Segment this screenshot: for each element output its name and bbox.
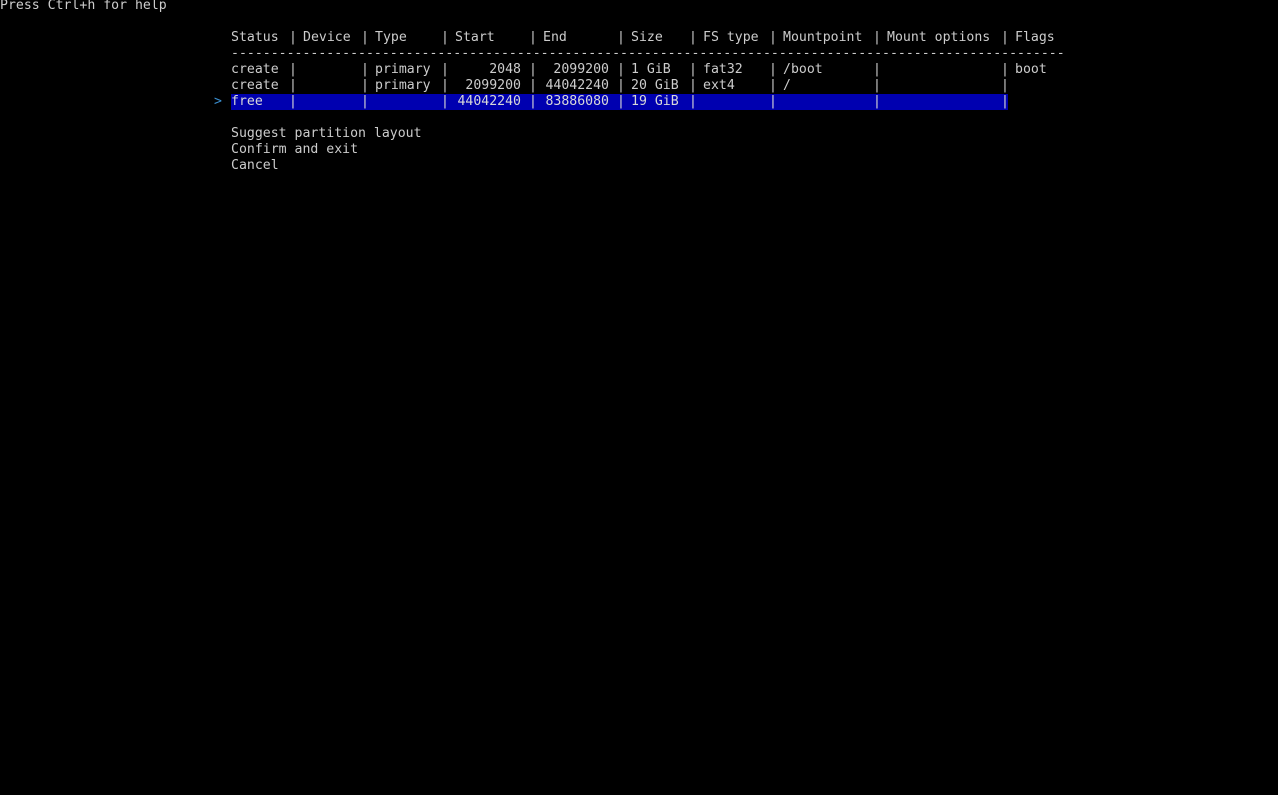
partition-flags: boot: [1015, 62, 1047, 77]
column-separator: |: [617, 62, 625, 77]
suggest-layout-option[interactable]: Suggest partition layout: [231, 126, 422, 142]
column-separator: |: [873, 30, 881, 45]
partition-mountpoint: /: [783, 78, 791, 93]
column-separator: |: [617, 94, 625, 109]
partition-end: 44042240: [545, 78, 609, 93]
column-separator: |: [873, 94, 881, 109]
column-separator: |: [1001, 78, 1009, 93]
partition-type: primary: [375, 62, 431, 77]
column-header-type: Type: [375, 30, 407, 45]
partition-start: 2099200: [465, 78, 521, 93]
column-separator: |: [1001, 62, 1009, 77]
column-header-size: Size: [631, 30, 663, 45]
column-header-start: Start: [455, 30, 495, 45]
column-separator: |: [689, 78, 697, 93]
column-separator: |: [289, 62, 297, 77]
column-separator: |: [1001, 94, 1009, 109]
partition-fs-type: fat32: [703, 62, 743, 77]
partition-fs-type: ext4: [703, 78, 735, 93]
column-separator: |: [769, 62, 777, 77]
column-header-device: Device: [303, 30, 351, 45]
partition-row[interactable]: create | | primary | 2099200 | 44042240 …: [0, 78, 1278, 94]
column-header-mountpoint: Mountpoint: [783, 30, 863, 45]
partition-status: free: [231, 94, 263, 109]
partition-size: 1 GiB: [631, 62, 671, 77]
column-header-mount-options: Mount options: [887, 30, 991, 45]
column-separator: |: [1001, 30, 1009, 45]
partition-row[interactable]: create | | primary | 2048 | 2099200 | 1 …: [0, 62, 1278, 78]
column-separator: |: [289, 30, 297, 45]
column-separator: |: [441, 62, 449, 77]
column-separator: |: [617, 30, 625, 45]
column-separator: |: [769, 78, 777, 93]
partition-end: 83886080: [545, 94, 609, 109]
column-separator: |: [873, 62, 881, 77]
column-separator: |: [289, 94, 297, 109]
column-separator: |: [689, 94, 697, 109]
partition-status: create: [231, 78, 279, 93]
column-separator: |: [361, 94, 369, 109]
confirm-exit-option[interactable]: Confirm and exit: [231, 142, 358, 158]
column-header-status: Status: [231, 30, 279, 45]
column-separator: |: [361, 78, 369, 93]
column-separator: |: [529, 78, 537, 93]
column-separator: |: [441, 78, 449, 93]
help-hint: Press Ctrl+h for help: [0, 0, 167, 13]
column-separator: |: [441, 30, 449, 45]
partition-status: create: [231, 62, 279, 77]
partition-end: 2099200: [553, 62, 609, 77]
partition-size: 20 GiB: [631, 78, 679, 93]
column-separator: |: [441, 94, 449, 109]
column-separator: |: [361, 62, 369, 77]
column-header-flags: Flags: [1015, 30, 1055, 45]
partition-start: 44042240: [457, 94, 521, 109]
column-separator: |: [529, 30, 537, 45]
table-header: Status | Device | Type | Start | End | S…: [0, 30, 1278, 46]
selection-pointer-icon: >: [214, 94, 222, 109]
column-separator: |: [289, 78, 297, 93]
column-separator: |: [529, 62, 537, 77]
partition-size: 19 GiB: [631, 94, 679, 109]
partition-type: primary: [375, 78, 431, 93]
column-separator: |: [769, 94, 777, 109]
column-separator: |: [689, 30, 697, 45]
column-separator: |: [769, 30, 777, 45]
column-header-fs-type: FS type: [703, 30, 759, 45]
column-header-end: End: [543, 30, 567, 45]
partition-start: 2048: [489, 62, 521, 77]
partition-mountpoint: /boot: [783, 62, 823, 77]
column-separator: |: [617, 78, 625, 93]
column-separator: |: [873, 78, 881, 93]
partition-row-selected[interactable]: > free | | | 44042240 | 83886080 | 19 Gi…: [0, 94, 1278, 110]
cancel-option[interactable]: Cancel: [231, 158, 279, 174]
column-separator: |: [689, 62, 697, 77]
column-separator: |: [529, 94, 537, 109]
header-divider: ----------------------------------------…: [231, 46, 1063, 61]
column-separator: |: [361, 30, 369, 45]
